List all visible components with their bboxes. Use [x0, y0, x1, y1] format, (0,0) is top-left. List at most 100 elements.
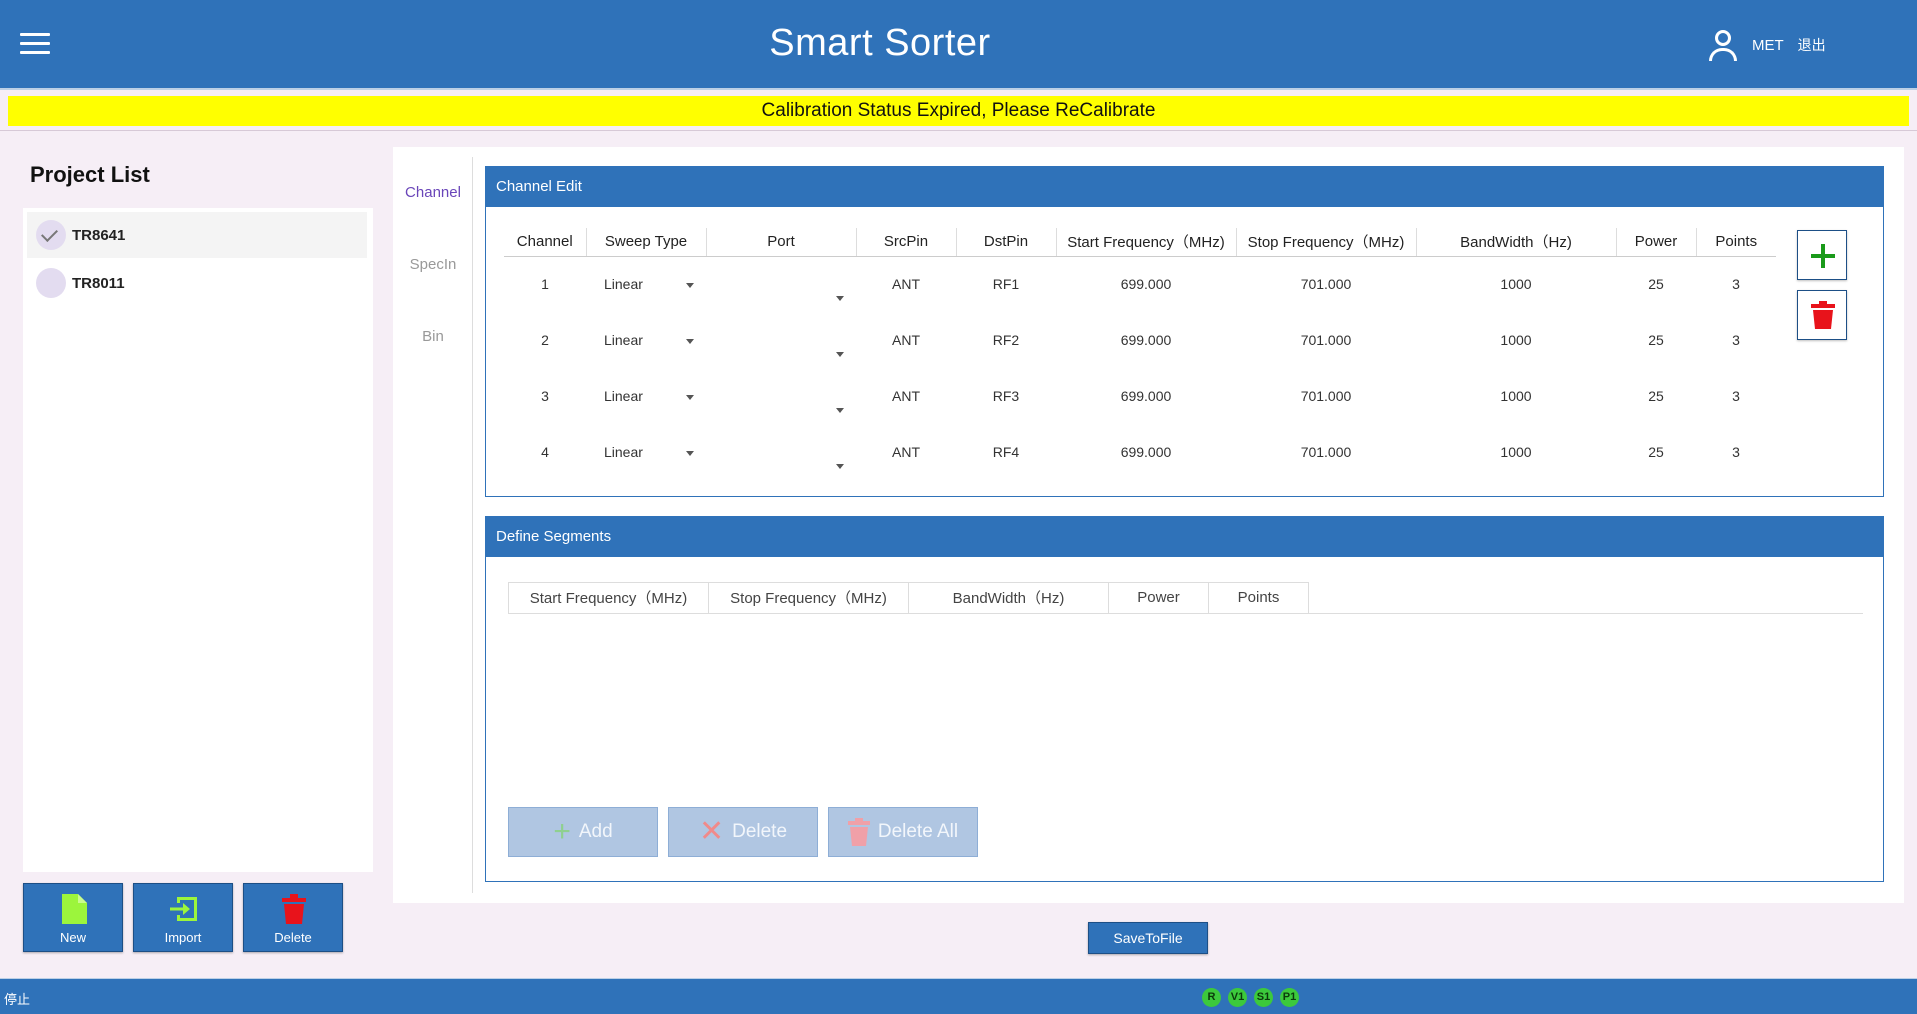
import-icon [170, 897, 197, 921]
column-header: BandWidth（Hz) [1416, 228, 1617, 257]
dstpin-cell[interactable]: RF2 [956, 312, 1056, 368]
caret-down-icon [836, 464, 844, 469]
sweep-type-value: Linear [604, 276, 643, 293]
sweep-type-value: Linear [604, 444, 643, 460]
define-segments-title: Define Segments [486, 517, 1883, 557]
table-row[interactable]: 3 Linear ANT RF3 699.000 701.000 1000 25… [504, 368, 1776, 424]
project-item-tr8641[interactable]: TR8641 [27, 212, 367, 258]
top-bar: Smart Sorter MET 退出 [0, 0, 1917, 90]
channel-edit-section: Channel Edit Channel Sweep Type Port Src… [485, 166, 1884, 497]
sweep-type-dropdown[interactable]: Linear [586, 368, 706, 424]
dstpin-cell[interactable]: RF3 [956, 368, 1056, 424]
caret-down-icon [686, 451, 694, 456]
port-dropdown[interactable] [706, 312, 856, 368]
table-row[interactable]: 2 Linear ANT RF2 699.000 701.000 1000 25… [504, 312, 1776, 368]
unchecked-circle-icon [36, 268, 66, 298]
channel-edit-title: Channel Edit [486, 167, 1883, 207]
start-frequency-cell[interactable]: 699.000 [1056, 424, 1236, 480]
delete-segment-button[interactable]: ✕ Delete [668, 807, 818, 857]
column-header: Sweep Type [586, 228, 707, 257]
column-header: Points [1208, 582, 1309, 613]
power-cell[interactable]: 25 [1616, 368, 1696, 424]
delete-label: Delete [732, 821, 788, 842]
sweep-type-value: Linear [604, 388, 643, 404]
srcpin-cell[interactable]: ANT [856, 368, 956, 424]
table-header-row: Channel Sweep Type Port SrcPin DstPin St… [504, 228, 1776, 257]
points-cell[interactable]: 3 [1696, 424, 1776, 480]
stop-frequency-cell[interactable]: 701.000 [1236, 368, 1416, 424]
column-header: Stop Frequency（MHz) [708, 582, 909, 613]
tab-channel[interactable]: Channel [393, 184, 473, 201]
sweep-type-value: Linear [604, 332, 643, 348]
sweep-type-dropdown[interactable]: Linear [586, 312, 706, 368]
bandwidth-cell[interactable]: 1000 [1416, 256, 1616, 312]
bandwidth-cell[interactable]: 1000 [1416, 368, 1616, 424]
port-dropdown[interactable] [706, 256, 856, 312]
column-header: Start Frequency（MHz) [1056, 228, 1237, 257]
delete-all-segments-button[interactable]: Delete All [828, 807, 978, 857]
segments-table-wrap: Start Frequency（MHz) Stop Frequency（MHz)… [508, 582, 1863, 614]
start-frequency-cell[interactable]: 699.000 [1056, 312, 1236, 368]
column-header: Points [1696, 228, 1776, 257]
add-channel-button[interactable] [1797, 230, 1847, 280]
port-dropdown[interactable] [706, 424, 856, 480]
save-to-file-button[interactable]: SaveToFile [1088, 922, 1208, 954]
project-list: TR8641 TR8011 [23, 208, 373, 872]
app-title: Smart Sorter [769, 22, 991, 64]
trash-icon [847, 818, 870, 846]
add-segment-button[interactable]: + Add [508, 807, 658, 857]
points-cell[interactable]: 3 [1696, 256, 1776, 312]
delete-project-button[interactable]: Delete [243, 883, 343, 952]
srcpin-cell[interactable]: ANT [856, 256, 956, 312]
side-tabs: Channel SpecIn Bin [393, 157, 473, 893]
points-cell[interactable]: 3 [1696, 312, 1776, 368]
trash-icon [1811, 301, 1835, 329]
new-project-button[interactable]: New [23, 883, 123, 952]
table-row[interactable]: 4 Linear ANT RF4 699.000 701.000 1000 25… [504, 424, 1776, 480]
caret-down-icon [836, 296, 844, 302]
column-header: Start Frequency（MHz) [508, 582, 709, 613]
user-icon[interactable] [1706, 28, 1740, 62]
points-cell[interactable]: 3 [1696, 368, 1776, 424]
column-header: SrcPin [856, 228, 957, 257]
caret-down-icon [686, 339, 694, 344]
stop-frequency-cell[interactable]: 701.000 [1236, 424, 1416, 480]
power-cell[interactable]: 25 [1616, 256, 1696, 312]
plus-icon [1811, 244, 1835, 268]
user-area: MET 退出 [1706, 28, 1826, 62]
define-segments-section: Define Segments Start Frequency（MHz) Sto… [485, 516, 1884, 882]
caret-down-icon [836, 352, 844, 357]
dstpin-cell[interactable]: RF4 [956, 424, 1056, 480]
column-header: Power [1616, 228, 1697, 257]
delete-channel-button[interactable] [1797, 290, 1847, 340]
logout-link[interactable]: 退出 [1798, 35, 1826, 55]
srcpin-cell[interactable]: ANT [856, 312, 956, 368]
stop-frequency-cell[interactable]: 701.000 [1236, 312, 1416, 368]
column-header: DstPin [956, 228, 1057, 257]
sweep-type-dropdown[interactable]: Linear [586, 256, 706, 312]
sweep-type-dropdown[interactable]: Linear [586, 424, 706, 480]
import-project-button[interactable]: Import [133, 883, 233, 952]
delete-label: Delete [274, 930, 312, 945]
add-label: Add [578, 821, 613, 842]
bandwidth-cell[interactable]: 1000 [1416, 424, 1616, 480]
tab-specin[interactable]: SpecIn [393, 256, 473, 273]
stop-frequency-cell[interactable]: 701.000 [1236, 256, 1416, 312]
column-header: Channel [504, 228, 587, 257]
calibration-warning-banner: Calibration Status Expired, Please ReCal… [8, 96, 1909, 126]
project-item-tr8011[interactable]: TR8011 [27, 260, 367, 306]
start-frequency-cell[interactable]: 699.000 [1056, 256, 1236, 312]
new-label: New [59, 930, 86, 945]
dstpin-cell[interactable]: RF1 [956, 256, 1056, 312]
caret-down-icon [686, 283, 694, 289]
bandwidth-cell[interactable]: 1000 [1416, 312, 1616, 368]
column-header: BandWidth（Hz) [908, 582, 1109, 613]
table-row[interactable]: 1 Linear ANT RF1 699.000 701.000 1000 25… [504, 256, 1776, 312]
port-dropdown[interactable] [706, 368, 856, 424]
power-cell[interactable]: 25 [1616, 424, 1696, 480]
tab-bin[interactable]: Bin [393, 328, 473, 345]
status-text: 停止 [4, 992, 31, 1007]
start-frequency-cell[interactable]: 699.000 [1056, 368, 1236, 424]
srcpin-cell[interactable]: ANT [856, 424, 956, 480]
power-cell[interactable]: 25 [1616, 312, 1696, 368]
